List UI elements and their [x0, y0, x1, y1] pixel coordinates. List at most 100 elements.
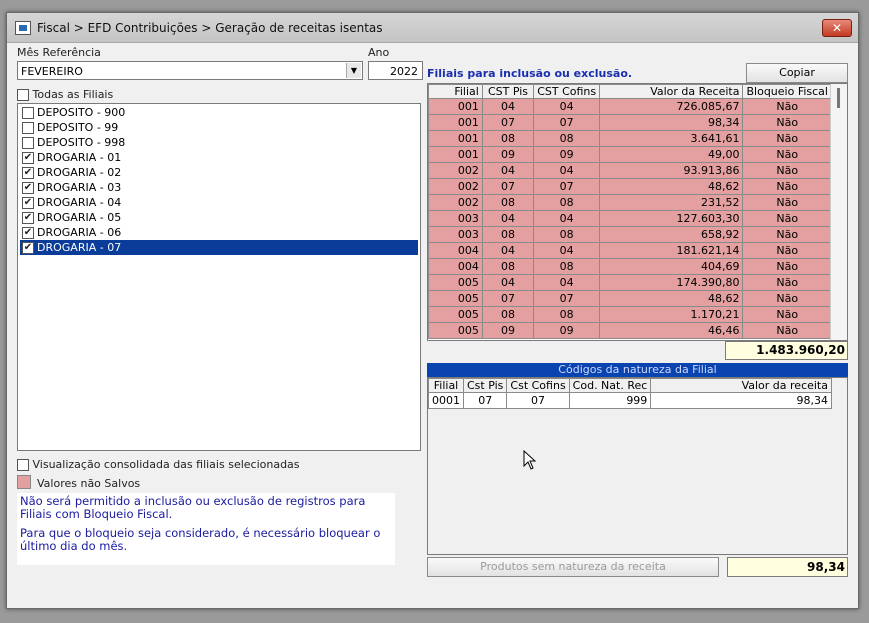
table-cell[interactable]: Não	[742, 322, 832, 339]
table-cell[interactable]: Não	[742, 258, 832, 275]
column-header[interactable]: Cod. Nat. Rec	[568, 378, 652, 393]
table-row[interactable]: 005 08 08 1.170,21 Não	[428, 306, 832, 323]
checkbox-icon[interactable]	[22, 107, 34, 119]
table-cell[interactable]: 002	[428, 178, 483, 195]
table-cell[interactable]: Não	[742, 162, 832, 179]
table-row[interactable]: 004 08 08 404,69 Não	[428, 258, 832, 275]
table-cell[interactable]: Não	[742, 226, 832, 243]
table-cell[interactable]: 07	[462, 392, 508, 409]
table-cell[interactable]: 005	[428, 274, 483, 291]
table-cell[interactable]: 07	[481, 114, 535, 131]
table-cell[interactable]: 04	[481, 242, 535, 259]
table-cell[interactable]: Não	[742, 98, 832, 115]
natureza-grid[interactable]: Filial Cst Pis Cst Cofins Cod. Nat. Rec Valo…	[427, 377, 848, 555]
list-item[interactable]: ✔ DROGARIA - 02	[20, 165, 418, 180]
table-cell[interactable]: 04	[533, 242, 601, 259]
table-cell[interactable]: 04	[481, 98, 535, 115]
table-row[interactable]: 003 04 04 127.603,30 Não	[428, 210, 832, 227]
table-row[interactable]: 001 08 08 3.641,61 Não	[428, 130, 832, 147]
table-cell[interactable]: Não	[742, 146, 832, 163]
table-cell[interactable]: 08	[481, 194, 535, 211]
column-header[interactable]: Valor da receita	[650, 378, 832, 393]
filiais-grid-scrollbar[interactable]	[830, 84, 847, 340]
checkbox-icon[interactable]: ✔	[22, 242, 34, 254]
checkbox-icon[interactable]: ✔	[22, 227, 34, 239]
visualizacao-checkbox[interactable]: Visualização consolidada das filiais sel…	[17, 458, 300, 471]
table-cell[interactable]: 04	[481, 162, 535, 179]
table-cell[interactable]: 49,00	[599, 146, 744, 163]
checkbox-icon[interactable]: ✔	[22, 167, 34, 179]
table-cell[interactable]: 08	[481, 306, 535, 323]
table-cell[interactable]: 001	[428, 130, 483, 147]
table-cell[interactable]: 726.085,67	[599, 98, 744, 115]
column-header[interactable]: Filial	[428, 378, 464, 393]
table-cell[interactable]: 46,46	[599, 322, 744, 339]
table-cell[interactable]: Não	[742, 306, 832, 323]
table-cell[interactable]: 002	[428, 162, 483, 179]
table-row[interactable]: 002 04 04 93.913,86 Não	[428, 162, 832, 179]
table-cell[interactable]: 001	[428, 98, 483, 115]
mes-referencia-select[interactable]: FEVEREIRO ▼	[17, 61, 363, 80]
checkbox-icon[interactable]	[17, 459, 29, 471]
table-cell[interactable]: 658,92	[599, 226, 744, 243]
table-cell[interactable]: 1.170,21	[599, 306, 744, 323]
table-cell[interactable]: 07	[506, 392, 570, 409]
table-cell[interactable]: 04	[481, 210, 535, 227]
scroll-thumb[interactable]	[837, 88, 840, 108]
table-cell[interactable]: 04	[533, 98, 601, 115]
column-header[interactable]: CST Pis	[481, 84, 535, 99]
table-cell[interactable]: 08	[533, 306, 601, 323]
table-cell[interactable]: 005	[428, 290, 483, 307]
table-cell[interactable]: Não	[742, 290, 832, 307]
table-cell[interactable]: 08	[533, 258, 601, 275]
table-row[interactable]: 001 04 04 726.085,67 Não	[428, 98, 832, 115]
table-cell[interactable]: 93.913,86	[599, 162, 744, 179]
table-cell[interactable]: Não	[742, 194, 832, 211]
close-button[interactable]: ✕	[822, 19, 852, 37]
checkbox-icon[interactable]: ✔	[22, 212, 34, 224]
table-cell[interactable]: 07	[533, 178, 601, 195]
table-cell[interactable]: 48,62	[599, 290, 744, 307]
ano-input[interactable]: 2022	[368, 61, 423, 80]
table-cell[interactable]: 48,62	[599, 178, 744, 195]
chevron-down-icon[interactable]: ▼	[346, 63, 361, 78]
list-item[interactable]: DEPOSITO - 99	[20, 120, 418, 135]
column-header[interactable]: Cst Pis	[462, 378, 508, 393]
table-cell[interactable]: 08	[533, 226, 601, 243]
table-cell[interactable]: 004	[428, 258, 483, 275]
table-cell[interactable]: Não	[742, 242, 832, 259]
table-cell[interactable]: 07	[533, 290, 601, 307]
table-cell[interactable]: Não	[742, 114, 832, 131]
checkbox-icon[interactable]: ✔	[22, 197, 34, 209]
table-cell[interactable]: 0001	[428, 392, 464, 409]
table-row[interactable]: 003 08 08 658,92 Não	[428, 226, 832, 243]
table-cell[interactable]: 08	[481, 226, 535, 243]
checkbox-icon[interactable]	[22, 122, 34, 134]
table-cell[interactable]: 98,34	[650, 392, 832, 409]
filiais-listbox[interactable]: DEPOSITO - 900 DEPOSITO - 99 DEPOSITO - 99…	[17, 103, 421, 451]
table-cell[interactable]: 08	[481, 258, 535, 275]
table-cell[interactable]: 08	[533, 194, 601, 211]
table-row[interactable]: 0001 07 07 999 98,34	[428, 392, 832, 409]
table-cell[interactable]: Não	[742, 210, 832, 227]
list-item[interactable]: ✔ DROGARIA - 03	[20, 180, 418, 195]
column-header[interactable]: Filial	[428, 84, 483, 99]
table-cell[interactable]: 001	[428, 114, 483, 131]
checkbox-icon[interactable]: ✔	[22, 152, 34, 164]
list-item[interactable]: DEPOSITO - 998	[20, 135, 418, 150]
table-cell[interactable]: Não	[742, 178, 832, 195]
table-cell[interactable]: Não	[742, 130, 832, 147]
table-cell[interactable]: 04	[533, 162, 601, 179]
table-cell[interactable]: 999	[568, 392, 652, 409]
table-cell[interactable]: 174.390,80	[599, 274, 744, 291]
table-cell[interactable]: 003	[428, 210, 483, 227]
table-cell[interactable]: 09	[533, 322, 601, 339]
table-cell[interactable]: 3.641,61	[599, 130, 744, 147]
table-cell[interactable]: 08	[533, 130, 601, 147]
list-item[interactable]: ✔ DROGARIA - 01	[20, 150, 418, 165]
table-row[interactable]: 001 07 07 98,34 Não	[428, 114, 832, 131]
list-item[interactable]: ✔ DROGARIA - 07	[20, 240, 418, 255]
table-cell[interactable]: 98,34	[599, 114, 744, 131]
table-cell[interactable]: 127.603,30	[599, 210, 744, 227]
copiar-button[interactable]: Copiar	[746, 63, 848, 83]
